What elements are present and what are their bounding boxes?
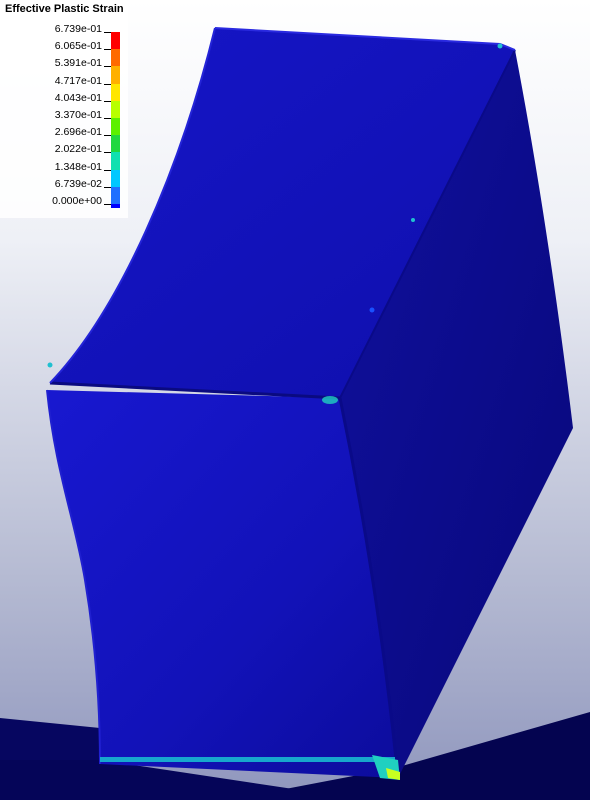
legend-tick — [104, 186, 111, 188]
legend-tick — [104, 83, 111, 85]
legend-label: 4.717e-01 — [54, 74, 102, 87]
legend-swatch — [111, 66, 120, 84]
legend-swatch — [111, 118, 120, 136]
legend-swatch — [111, 32, 120, 50]
legend-swatch — [111, 49, 120, 67]
legend: Effective Plastic Strain 6.739e-01 6.065e… — [0, 0, 128, 218]
legend-label: 2.022e-01 — [54, 143, 102, 156]
legend-label: 0.000e+00 — [52, 195, 102, 207]
legend-tick — [104, 100, 111, 102]
strain-dot — [369, 307, 375, 313]
legend-swatch — [111, 169, 120, 187]
legend-label: 6.739e-02 — [54, 177, 102, 190]
legend-label: 3.370e-01 — [54, 109, 102, 121]
legend-label: 4.043e-01 — [54, 91, 102, 104]
legend-tick — [104, 118, 111, 119]
legend-tick — [104, 32, 111, 33]
legend-swatch — [111, 186, 120, 204]
legend-tick — [104, 66, 111, 68]
legend-swatch — [111, 100, 120, 118]
strain-dot — [497, 43, 503, 49]
strain-hotspot-base — [100, 757, 395, 762]
strain-dot — [47, 362, 53, 368]
legend-label: 2.696e-01 — [54, 126, 102, 139]
legend-label: 6.065e-01 — [54, 40, 102, 53]
legend-swatch — [111, 83, 120, 101]
strain-hotspot-corner — [322, 396, 338, 404]
legend-tick — [104, 152, 111, 154]
legend-label: 1.348e-01 — [54, 160, 102, 173]
legend-tick — [104, 49, 111, 51]
ground-shadow — [0, 718, 100, 760]
legend-tick — [104, 204, 111, 205]
legend-title: Effective Plastic Strain — [5, 3, 124, 15]
legend-tick — [104, 169, 111, 171]
legend-swatch — [111, 204, 120, 208]
strain-dot — [411, 218, 415, 222]
legend-swatch — [111, 135, 120, 153]
legend-label: 5.391e-01 — [54, 57, 102, 70]
legend-tick — [104, 135, 111, 137]
legend-label: 6.739e-01 — [54, 23, 102, 35]
legend-swatch — [111, 152, 120, 170]
